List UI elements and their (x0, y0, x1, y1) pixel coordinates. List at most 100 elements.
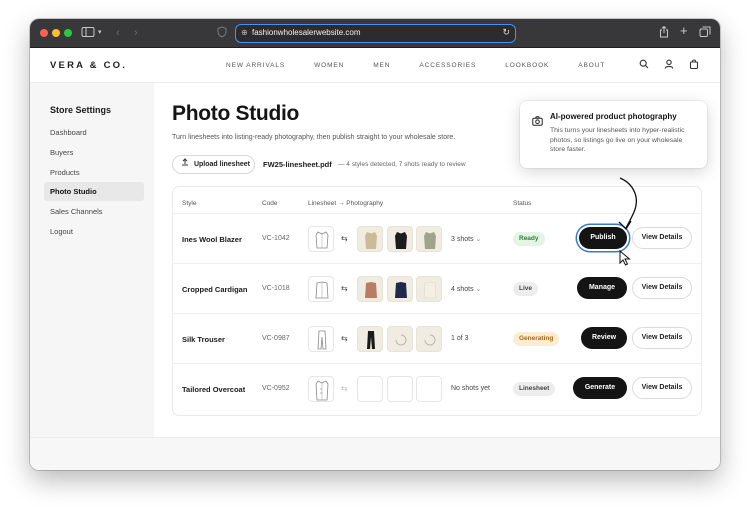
search-icon[interactable] (639, 59, 649, 72)
camera-icon (532, 113, 543, 131)
shots-count: 1 of 3 (451, 335, 469, 342)
generated-photo-thumbnail[interactable] (357, 276, 383, 302)
user-icon[interactable] (664, 59, 674, 72)
page-subtitle: Turn linesheets into listing-ready photo… (172, 134, 456, 141)
forward-icon[interactable]: › (134, 26, 138, 40)
upload-linesheet-label: Upload linesheet (193, 161, 250, 168)
minimize-window-button[interactable] (52, 29, 60, 37)
table-row: Tailored Overcoat VC-0952 ⇆ No shots yet… (173, 363, 701, 413)
generated-photo-thumbnail[interactable] (357, 226, 383, 252)
table-row: Cropped Cardigan VC-1018 ⇆ 4 shots ⌄ Liv… (173, 263, 701, 313)
reload-icon[interactable]: ↻ (502, 27, 510, 38)
address-bar[interactable]: ⊕ fashionwholesalerwebsite.com ↻ (235, 24, 516, 43)
share-icon[interactable] (659, 25, 669, 42)
style-code: VC-0987 (262, 335, 290, 342)
column-header-linesheet: Linesheet → Photography (308, 200, 384, 207)
nav-link-lookbook[interactable]: LOOKBOOK (505, 62, 549, 69)
sidebar-item-photo-studio[interactable]: Photo Studio (44, 182, 144, 201)
chevron-down-icon[interactable]: ▾ (98, 26, 102, 40)
browser-toolbar: ▾ ‹ › ⊕ fashionwholesalerwebsite.com ↻ + (30, 19, 720, 48)
column-header-status: Status (513, 200, 532, 207)
mouse-cursor-icon (619, 250, 631, 266)
privacy-shield-icon[interactable] (217, 26, 227, 42)
page-title: Photo Studio (172, 102, 300, 125)
linesheet-sketch-thumbnail[interactable] (308, 376, 334, 402)
shopping-bag-icon[interactable] (689, 59, 699, 72)
new-tab-icon[interactable]: + (680, 24, 688, 38)
generated-photo-thumbnail[interactable] (416, 226, 442, 252)
chevron-down-icon: ⌄ (475, 236, 482, 243)
chevron-down-icon: ⌄ (475, 286, 482, 293)
sidebar-title: Store Settings (50, 105, 112, 115)
status-badge: Linesheet (513, 382, 556, 396)
page: ▾ ‹ › ⊕ fashionwholesalerwebsite.com ↻ + (0, 0, 750, 510)
style-name: Ines Wool Blazer (182, 235, 242, 244)
brand-logo[interactable]: VERA & CO. (50, 60, 127, 71)
annotation-arrow (618, 177, 637, 231)
status-badge: Generating (513, 332, 560, 346)
table-row: Silk Trouser VC-0987 ⇆ 1 of 3 Generating… (173, 313, 701, 363)
linesheet-sketch-thumbnail[interactable] (308, 226, 334, 252)
empty-photo-slot (387, 376, 413, 402)
close-window-button[interactable] (40, 29, 48, 37)
upload-linesheet-button[interactable]: Upload linesheet (172, 155, 255, 174)
status-badge: Live (513, 282, 539, 296)
shots-count[interactable]: 4 shots ⌄ (451, 285, 481, 293)
generate-button[interactable]: Generate (573, 377, 627, 399)
generated-photo-thumbnail[interactable] (387, 226, 413, 252)
generated-photo-thumbnail[interactable] (416, 276, 442, 302)
shots-count-label: 3 shots (451, 236, 474, 243)
sidebar-item-products[interactable]: Products (44, 163, 144, 182)
nav-link-about[interactable]: ABOUT (578, 62, 605, 69)
nav-link-new-arrivals[interactable]: NEW ARRIVALS (226, 62, 285, 69)
sidebar-toggle-icon[interactable] (81, 26, 95, 42)
ai-photography-callout: AI-powered product photography This turn… (520, 101, 707, 168)
generated-photo-thumbnail[interactable] (387, 276, 413, 302)
status-badge: Ready (513, 232, 545, 246)
view-details-button[interactable]: View Details (632, 377, 692, 399)
generated-photo-thumbnail[interactable] (357, 326, 383, 352)
upload-icon (181, 158, 191, 168)
sidebar-item-buyers[interactable]: Buyers (44, 143, 144, 162)
linesheet-file-meta: — 4 styles detected, 7 shots ready to re… (338, 161, 466, 168)
style-code: VC-1018 (262, 285, 290, 292)
linesheet-sketch-thumbnail[interactable] (308, 326, 334, 352)
nav-link-accessories[interactable]: ACCESSORIES (419, 62, 476, 69)
linesheet-file-name[interactable]: FW25-linesheet.pdf (263, 160, 332, 169)
view-details-button[interactable]: View Details (632, 327, 692, 349)
url-text: fashionwholesalerwebsite.com (252, 28, 361, 37)
page-footer-area (30, 437, 720, 470)
shots-count[interactable]: 3 shots ⌄ (451, 235, 481, 243)
sidebar-item-logout[interactable]: Logout (44, 222, 144, 241)
nav-link-women[interactable]: WOMEN (314, 62, 344, 69)
style-name: Silk Trouser (182, 335, 225, 344)
site-icon: ⊕ (241, 28, 248, 37)
convert-arrows-icon: ⇆ (341, 384, 348, 393)
shots-count-label: 4 shots (451, 286, 474, 293)
review-button[interactable]: Review (581, 327, 627, 349)
view-details-button[interactable]: View Details (632, 277, 692, 299)
sidebar-item-sales-channels[interactable]: Sales Channels (44, 202, 144, 221)
zoom-window-button[interactable] (64, 29, 72, 37)
generating-spinner-icon (387, 326, 413, 352)
convert-arrows-icon: ⇆ (341, 334, 348, 343)
nav-link-men[interactable]: MEN (373, 62, 390, 69)
convert-arrows-icon: ⇆ (341, 284, 348, 293)
style-code: VC-1042 (262, 235, 290, 242)
manage-button[interactable]: Manage (577, 277, 627, 299)
shots-count: No shots yet (451, 385, 490, 392)
convert-arrows-icon: ⇆ (341, 234, 348, 243)
linesheet-sketch-thumbnail[interactable] (308, 276, 334, 302)
back-icon[interactable]: ‹ (116, 26, 120, 40)
style-name: Tailored Overcoat (182, 385, 246, 394)
column-header-style: Style (182, 200, 197, 207)
main-nav: NEW ARRIVALS WOMEN MEN ACCESSORIES LOOKB… (226, 62, 634, 69)
sidebar-item-dashboard[interactable]: Dashboard (44, 123, 144, 142)
style-name: Cropped Cardigan (182, 285, 248, 294)
callout-title: AI-powered product photography (550, 112, 677, 121)
empty-photo-slot (357, 376, 383, 402)
tab-overview-icon[interactable] (699, 26, 711, 42)
empty-photo-slot (416, 376, 442, 402)
callout-text: This turns your linesheets into hyper-re… (550, 127, 685, 153)
site-header: VERA & CO. NEW ARRIVALS WOMEN MEN ACCESS… (30, 48, 720, 83)
